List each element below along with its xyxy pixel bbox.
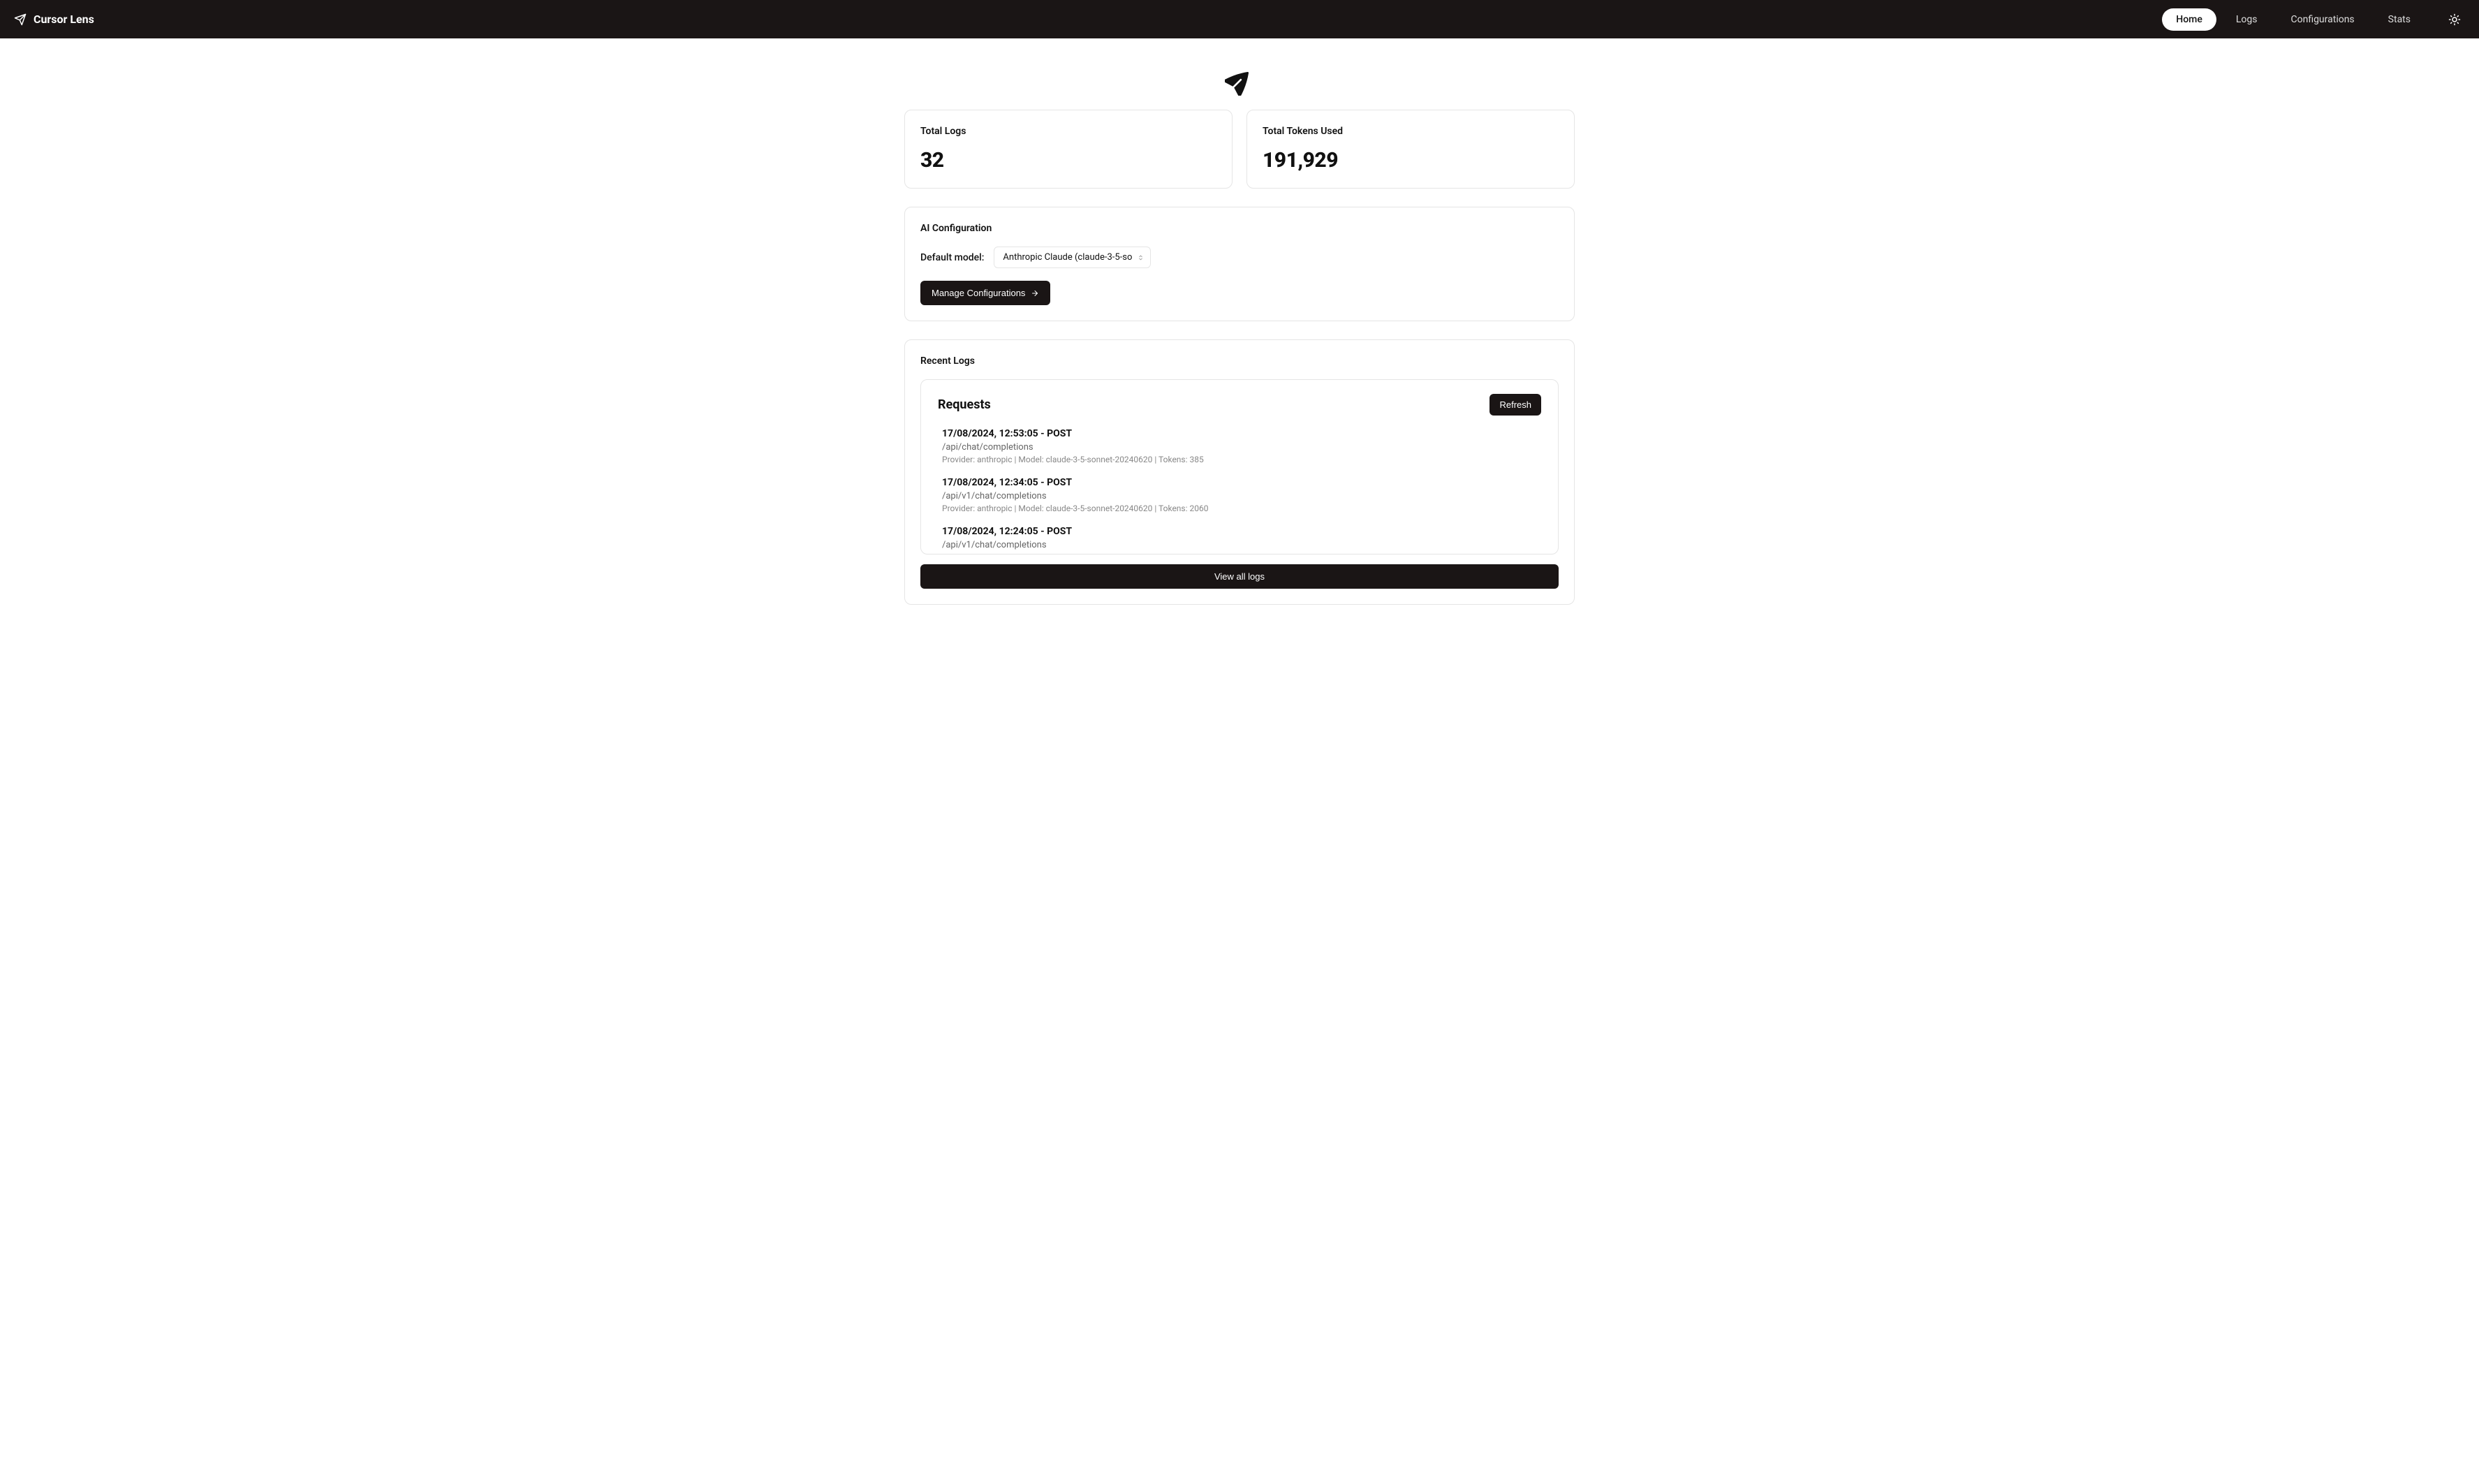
log-item-path: /api/v1/chat/completions: [942, 491, 1537, 501]
nav-configurations[interactable]: Configurations: [2276, 8, 2368, 31]
location-arrow-icon: [1225, 66, 1254, 96]
manage-configurations-button[interactable]: Manage Configurations: [920, 281, 1050, 305]
default-model-selected-value: Anthropic Claude (claude-3-5-so: [1003, 252, 1132, 263]
hero-icon-container: [904, 66, 1575, 96]
ai-configuration-card: AI Configuration Default model: Anthropi…: [904, 207, 1575, 321]
theme-toggle-button[interactable]: [2444, 9, 2465, 30]
log-item-title: 17/08/2024, 12:24:05 - POST: [942, 526, 1537, 537]
total-logs-title: Total Logs: [920, 126, 1216, 137]
log-item[interactable]: 17/08/2024, 12:24:05 - POST /api/v1/chat…: [938, 526, 1541, 554]
app-header: Cursor Lens Home Logs Configurations Sta…: [0, 0, 2479, 38]
total-tokens-value: 191,929: [1263, 148, 1559, 172]
log-item-path: /api/v1/chat/completions: [942, 540, 1537, 550]
log-item-title: 17/08/2024, 12:34:05 - POST: [942, 477, 1537, 488]
nav-stats[interactable]: Stats: [2374, 8, 2425, 31]
total-logs-value: 32: [920, 148, 1216, 172]
total-tokens-title: Total Tokens Used: [1263, 126, 1559, 137]
log-item-path: /api/chat/completions: [942, 442, 1537, 453]
view-all-logs-button[interactable]: View all logs: [920, 564, 1559, 589]
brand[interactable]: Cursor Lens: [14, 13, 94, 26]
requests-header: Requests Refresh: [938, 394, 1541, 416]
total-tokens-card: Total Tokens Used 191,929: [1246, 110, 1575, 189]
recent-logs-card: Recent Logs Requests Refresh 17/08/2024,…: [904, 339, 1575, 605]
log-item[interactable]: 17/08/2024, 12:53:05 - POST /api/chat/co…: [938, 428, 1541, 477]
brand-name: Cursor Lens: [34, 13, 94, 26]
default-model-row: Default model: Anthropic Claude (claude-…: [920, 247, 1559, 268]
sun-icon: [2448, 13, 2461, 26]
default-model-label: Default model:: [920, 252, 984, 263]
cursor-lens-icon: [14, 13, 27, 26]
arrow-right-icon: [1031, 289, 1039, 297]
recent-logs-title: Recent Logs: [920, 355, 1559, 367]
log-item-meta: Provider: anthropic | Model: claude-3-5-…: [942, 552, 1537, 554]
requests-title: Requests: [938, 397, 991, 412]
main-content: Total Logs 32 Total Tokens Used 191,929 …: [890, 38, 1589, 651]
total-logs-card: Total Logs 32: [904, 110, 1233, 189]
log-item-meta: Provider: anthropic | Model: claude-3-5-…: [942, 455, 1537, 464]
log-item[interactable]: 17/08/2024, 12:34:05 - POST /api/v1/chat…: [938, 477, 1541, 526]
default-model-select[interactable]: Anthropic Claude (claude-3-5-so: [994, 247, 1151, 268]
nav-home[interactable]: Home: [2162, 8, 2216, 31]
manage-configurations-label: Manage Configurations: [932, 288, 1025, 298]
log-item-meta: Provider: anthropic | Model: claude-3-5-…: [942, 504, 1537, 513]
logs-list: 17/08/2024, 12:53:05 - POST /api/chat/co…: [938, 428, 1541, 554]
stats-row: Total Logs 32 Total Tokens Used 191,929: [904, 110, 1575, 189]
refresh-button[interactable]: Refresh: [1489, 394, 1541, 416]
requests-panel: Requests Refresh 17/08/2024, 12:53:05 - …: [920, 379, 1559, 554]
log-item-title: 17/08/2024, 12:53:05 - POST: [942, 428, 1537, 439]
ai-configuration-title: AI Configuration: [920, 223, 1559, 234]
nav-logs[interactable]: Logs: [2222, 8, 2272, 31]
main-nav: Home Logs Configurations Stats: [2162, 8, 2465, 31]
